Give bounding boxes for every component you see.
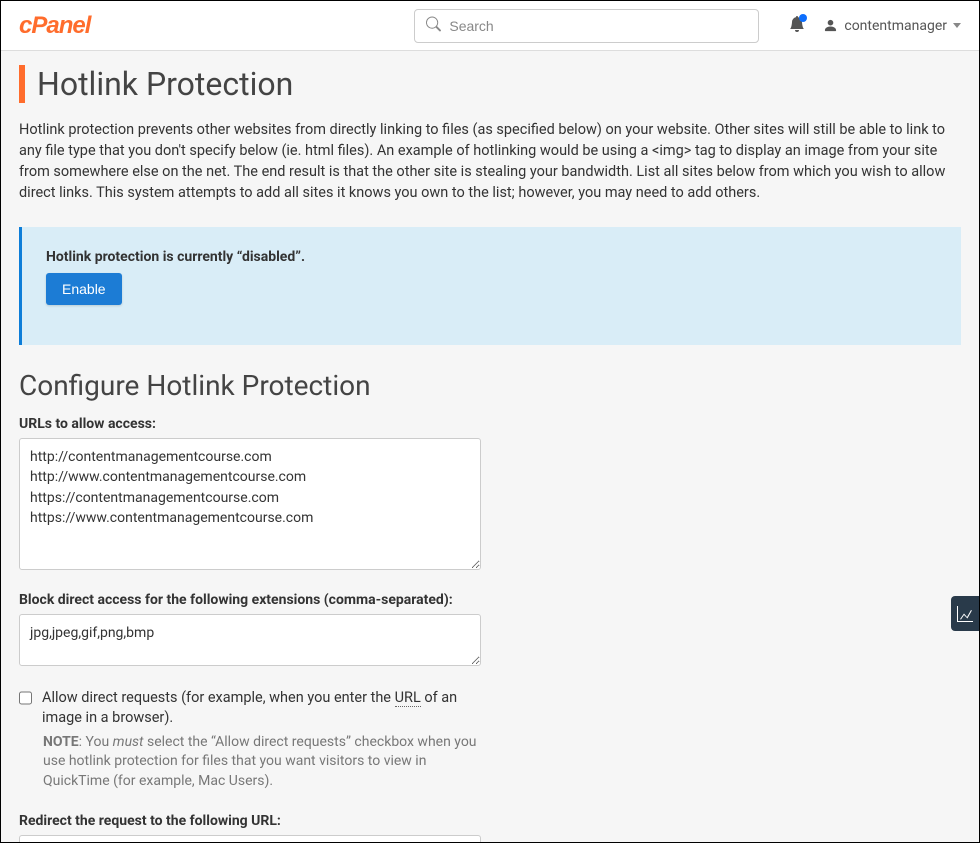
right-actions: contentmanager	[789, 16, 961, 36]
configure-heading: Configure Hotlink Protection	[19, 369, 961, 402]
note-label: NOTE	[43, 734, 79, 750]
extensions-block: Block direct access for the following ex…	[19, 592, 481, 670]
stats-toggle-button[interactable]	[951, 596, 979, 631]
notification-dot-icon	[799, 14, 807, 22]
allow-direct-checkbox[interactable]	[19, 691, 32, 705]
status-alert: Hotlink protection is currently “disable…	[19, 227, 961, 345]
extensions-textarea[interactable]	[19, 614, 481, 666]
page-title: Hotlink Protection	[37, 65, 293, 103]
page-content: Hotlink Protection Hotlink protection pr…	[1, 51, 979, 842]
extensions-label: Block direct access for the following ex…	[19, 592, 481, 608]
url-abbr: URL	[395, 689, 421, 707]
urls-block: URLs to allow access:	[19, 416, 481, 574]
search-wrap	[414, 9, 759, 43]
allow-direct-label-pre: Allow direct requests (for example, when…	[42, 689, 395, 706]
username-label: contentmanager	[844, 18, 947, 34]
redirect-input[interactable]	[19, 835, 481, 842]
allow-direct-label: Allow direct requests (for example, when…	[42, 688, 481, 729]
notifications-button[interactable]	[789, 16, 805, 36]
page-description: Hotlink protection prevents other websit…	[19, 119, 961, 203]
redirect-block: Redirect the request to the following UR…	[19, 813, 481, 842]
status-text: Hotlink protection is currently “disable…	[46, 249, 937, 265]
chart-icon	[957, 606, 973, 622]
search-icon	[426, 16, 441, 35]
page-title-row: Hotlink Protection	[19, 65, 961, 103]
redirect-label: Redirect the request to the following UR…	[19, 813, 481, 829]
chevron-down-icon	[953, 23, 961, 28]
note-pre: : You	[79, 734, 113, 750]
allow-direct-row: Allow direct requests (for example, when…	[19, 688, 481, 729]
allow-direct-note: NOTE: You must select the “Allow direct …	[43, 733, 481, 792]
user-menu-button[interactable]: contentmanager	[823, 18, 961, 34]
search-input[interactable]	[414, 9, 759, 43]
title-accent-bar	[19, 65, 25, 103]
top-bar: cPanel contentmanager	[1, 1, 979, 51]
brand-logo: cPanel	[19, 12, 90, 40]
user-icon	[823, 18, 838, 33]
urls-label: URLs to allow access:	[19, 416, 481, 432]
note-must: must	[113, 734, 144, 750]
urls-textarea[interactable]	[19, 438, 481, 570]
enable-button[interactable]: Enable	[46, 273, 122, 305]
